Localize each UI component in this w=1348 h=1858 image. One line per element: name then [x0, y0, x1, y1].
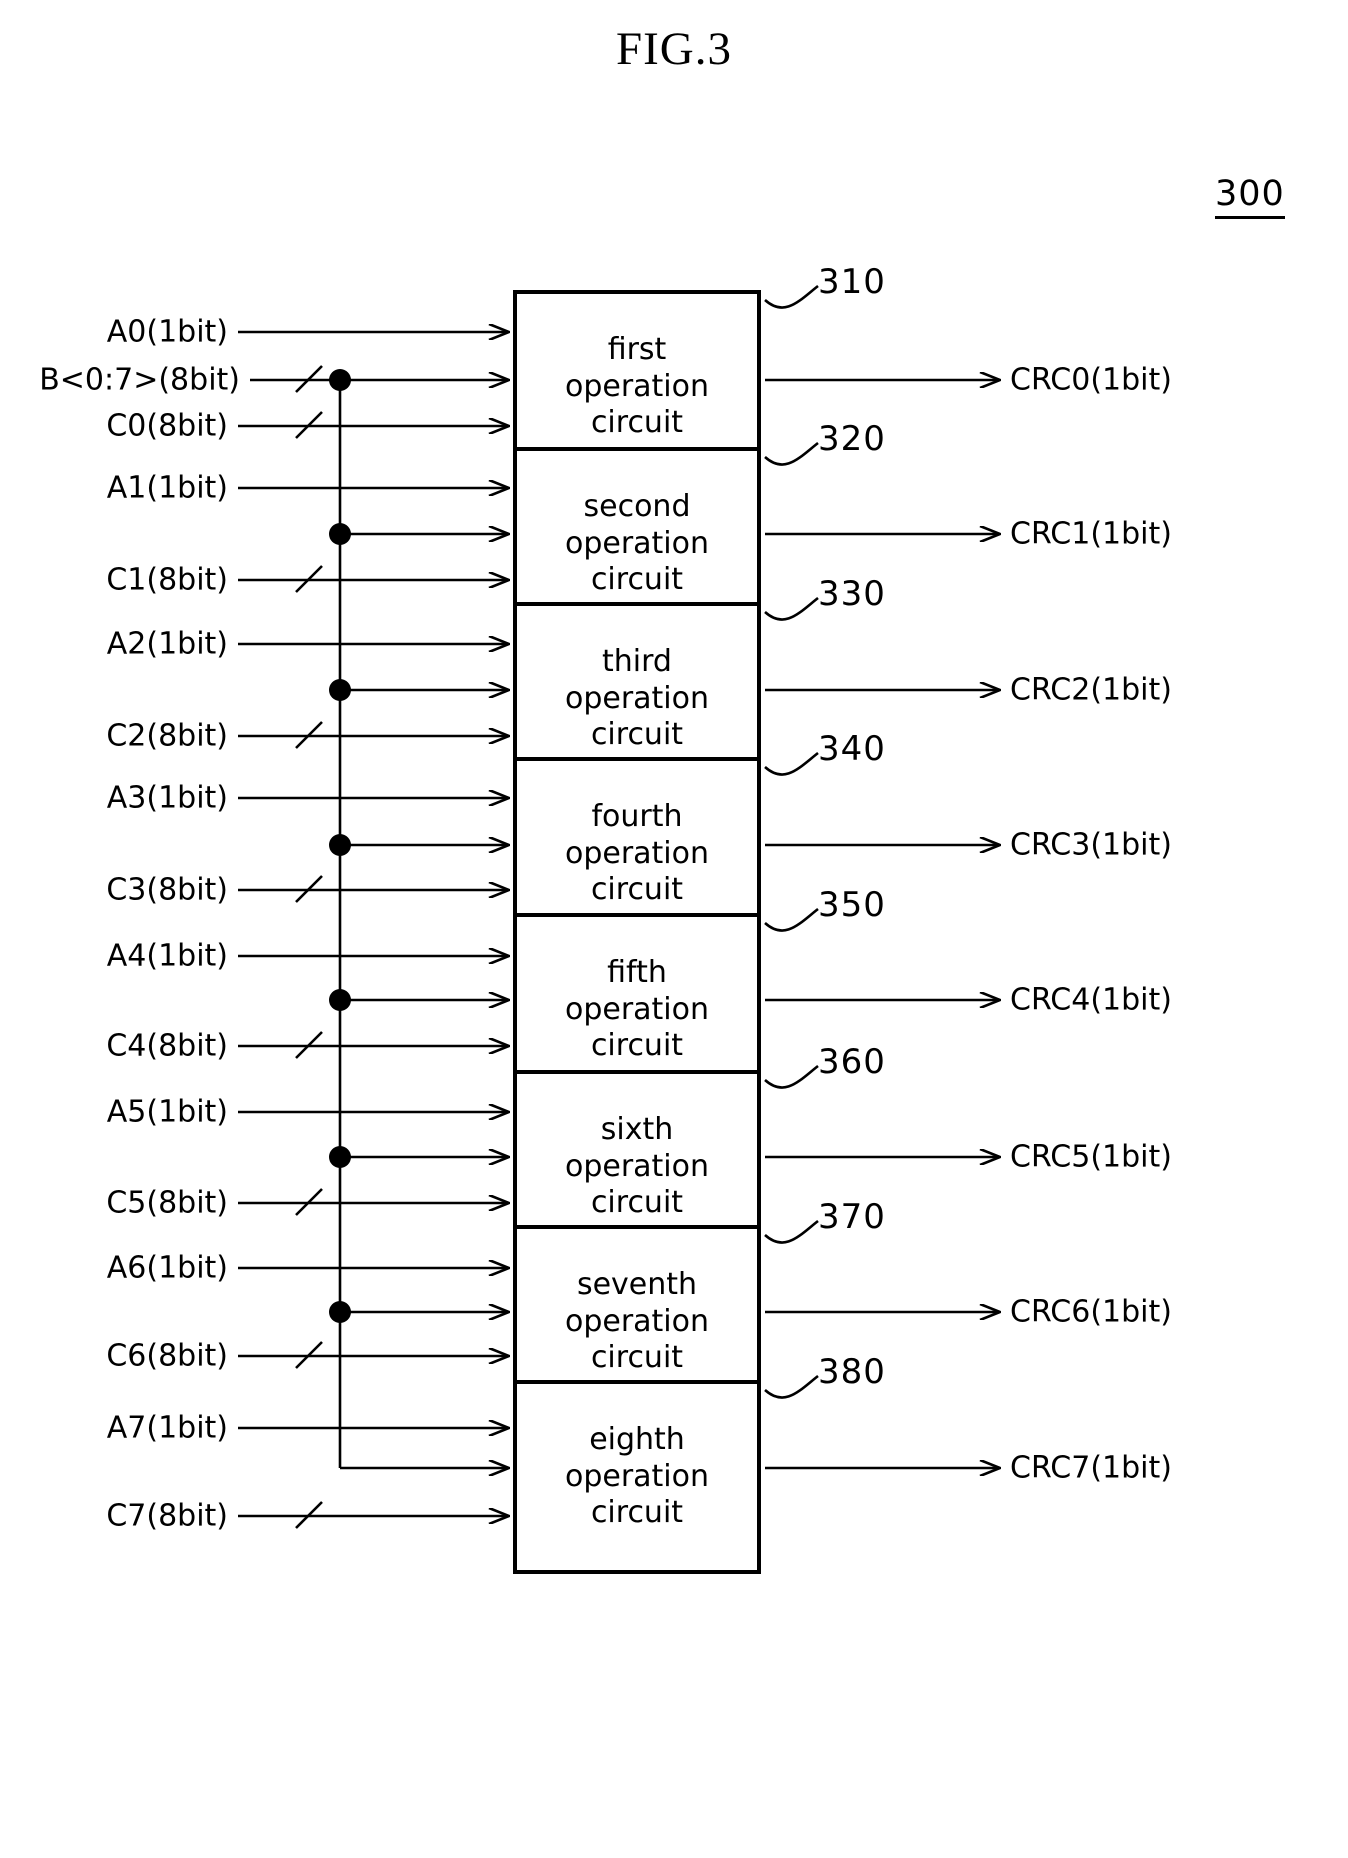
- block-label-line1: fifth: [607, 955, 667, 991]
- block-label-line1: third: [602, 644, 672, 680]
- callout-340: 340: [818, 729, 886, 769]
- bus-junction-dot: [329, 523, 351, 545]
- output-label-crc6: CRC6(1bit): [1010, 1294, 1172, 1330]
- block-eighth-operation-circuit[interactable]: eighth operation circuit: [513, 1380, 761, 1574]
- block-label-line3: circuit: [590, 1340, 684, 1376]
- output-label-crc1: CRC1(1bit): [1010, 516, 1172, 552]
- block-label-line2: operation: [564, 525, 710, 561]
- block-label-line3: circuit: [590, 562, 684, 598]
- output-label-crc4: CRC4(1bit): [1010, 982, 1172, 1018]
- input-label-a1: A1(1bit): [106, 470, 228, 506]
- block-label-line2: operation: [564, 1303, 710, 1339]
- block-label-line1: eighth: [589, 1422, 685, 1458]
- block-label-line1: sixth: [600, 1112, 674, 1148]
- block-label-line1: first: [607, 332, 667, 368]
- input-label-a5: A5(1bit): [106, 1094, 228, 1130]
- callout-370: 370: [818, 1197, 886, 1237]
- input-label-c1: C1(8bit): [106, 562, 228, 598]
- bus-junction-dot: [329, 679, 351, 701]
- block-label-line3: circuit: [590, 1028, 684, 1064]
- input-label-c6: C6(8bit): [106, 1338, 228, 1374]
- patent-figure: FIG.3 300 first operation circuit second…: [0, 0, 1348, 1858]
- input-label-a6: A6(1bit): [106, 1250, 228, 1286]
- bus-junction-dot: [329, 989, 351, 1011]
- block-label-line2: operation: [564, 368, 710, 404]
- bus-junction-dot: [329, 1301, 351, 1323]
- input-label-c5: C5(8bit): [106, 1185, 228, 1221]
- bus-junction-dot: [329, 369, 351, 391]
- callout-350: 350: [818, 885, 886, 925]
- block-label-line1: second: [583, 489, 691, 525]
- callout-320: 320: [818, 419, 886, 459]
- output-label-crc5: CRC5(1bit): [1010, 1139, 1172, 1175]
- block-label-line3: circuit: [590, 872, 684, 908]
- block-label-line2: operation: [564, 1148, 710, 1184]
- input-label-a3: A3(1bit): [106, 780, 228, 816]
- input-label-c2: C2(8bit): [106, 718, 228, 754]
- callout-330: 330: [818, 574, 886, 614]
- input-label-a2: A2(1bit): [106, 626, 228, 662]
- callout-360: 360: [818, 1042, 886, 1082]
- block-label-line1: fourth: [591, 799, 683, 835]
- input-label-c4: C4(8bit): [106, 1028, 228, 1064]
- bus-junction-dot: [329, 834, 351, 856]
- output-label-crc3: CRC3(1bit): [1010, 827, 1172, 863]
- input-label-c0: C0(8bit): [106, 408, 228, 444]
- block-label-line1: seventh: [576, 1267, 698, 1303]
- block-label-line2: operation: [564, 835, 710, 871]
- input-label-a7: A7(1bit): [106, 1410, 228, 1446]
- bus-junction-dot: [329, 1146, 351, 1168]
- output-label-crc7: CRC7(1bit): [1010, 1450, 1172, 1486]
- input-label-c7: C7(8bit): [106, 1498, 228, 1534]
- callout-310: 310: [818, 262, 886, 302]
- block-label-line2: operation: [564, 991, 710, 1027]
- block-label-line3: circuit: [590, 1185, 684, 1221]
- block-label-line3: circuit: [590, 717, 684, 753]
- input-label-c3: C3(8bit): [106, 872, 228, 908]
- output-label-crc2: CRC2(1bit): [1010, 672, 1172, 708]
- input-label-a0: A0(1bit): [106, 314, 228, 350]
- callout-380: 380: [818, 1352, 886, 1392]
- input-label-b: B<0:7>(8bit): [39, 362, 240, 398]
- output-label-crc0: CRC0(1bit): [1010, 362, 1172, 398]
- block-label-line3: circuit: [590, 1495, 684, 1531]
- block-label-line3: circuit: [590, 405, 684, 441]
- input-label-a4: A4(1bit): [106, 938, 228, 974]
- block-label-line2: operation: [564, 680, 710, 716]
- block-label-line2: operation: [564, 1458, 710, 1494]
